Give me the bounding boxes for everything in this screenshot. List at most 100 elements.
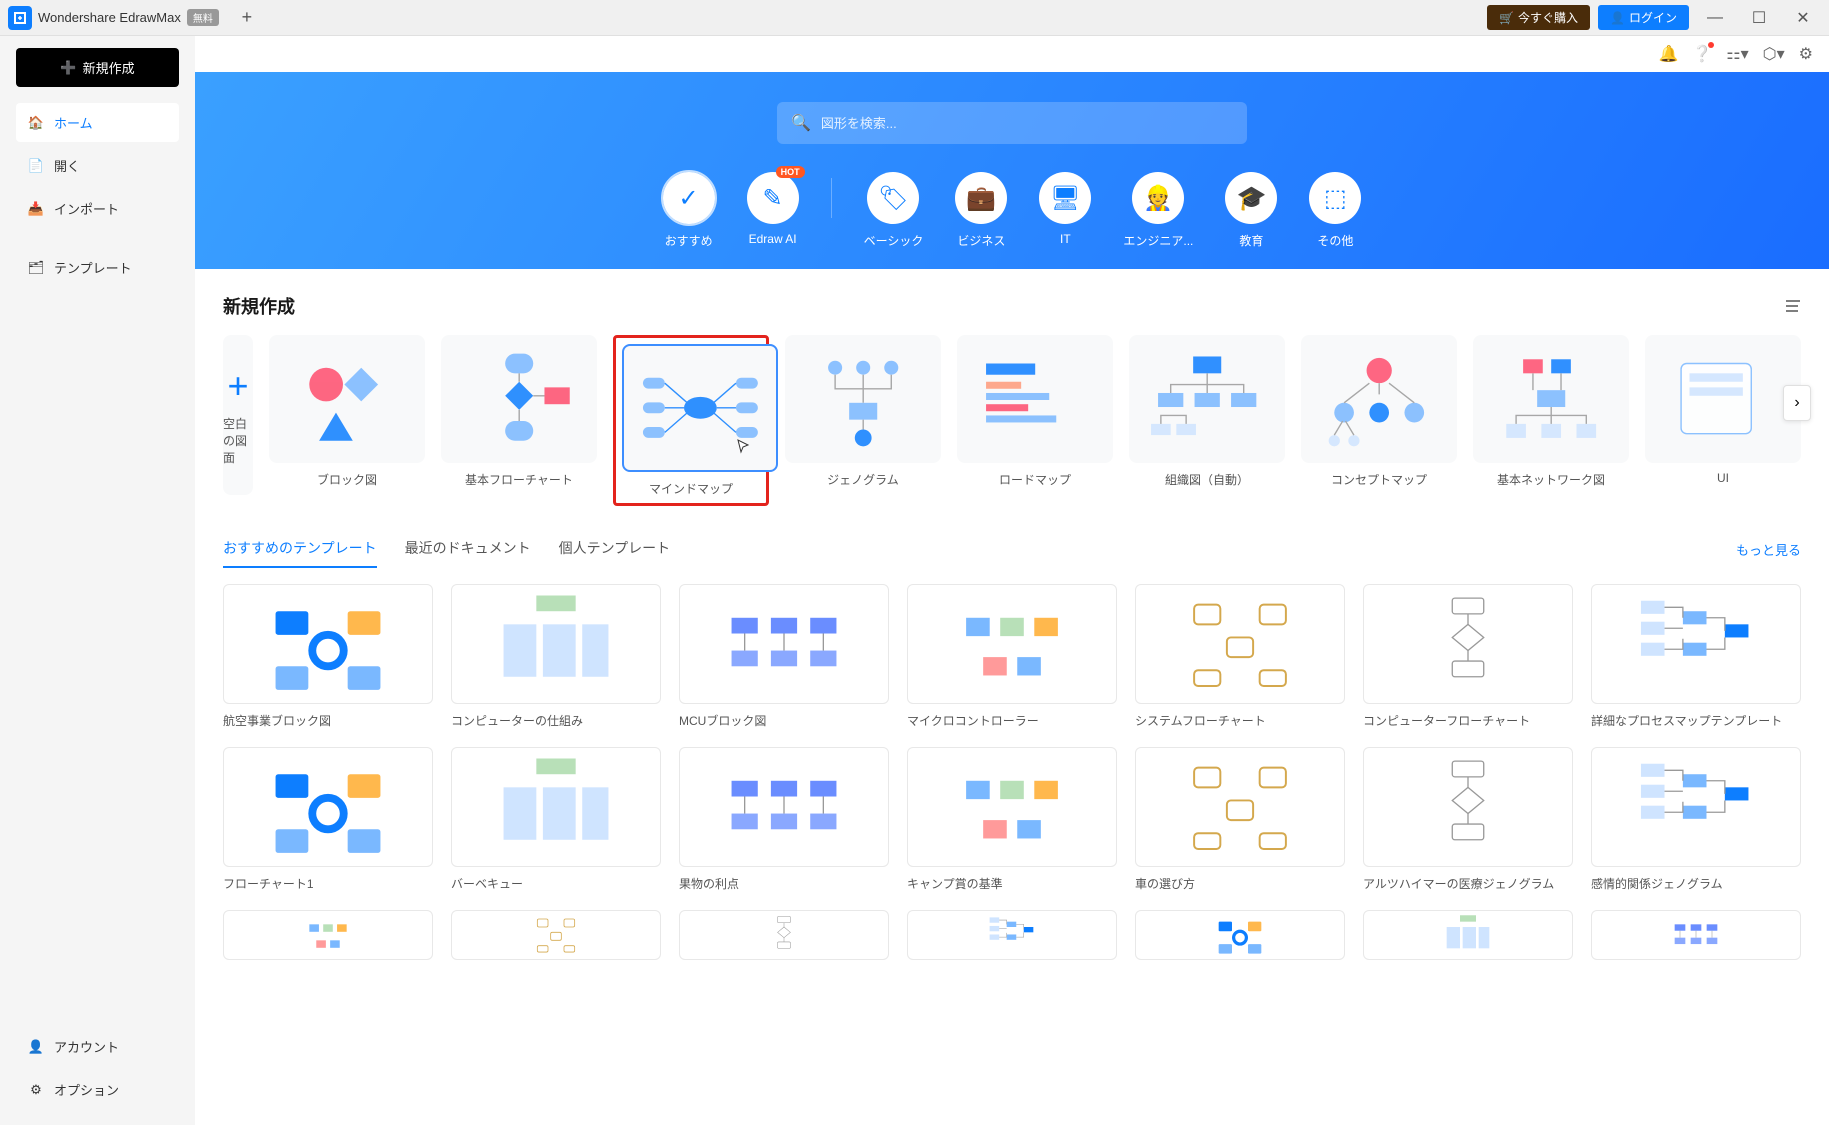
template-card-2[interactable]: マインドマップ [613,335,769,506]
sidebar-item-gear[interactable]: ⚙オプション [16,1070,179,1109]
close-button[interactable]: ✕ [1785,4,1821,32]
grid-template-preview [223,584,433,704]
sidebar-item-import[interactable]: 📥インポート [16,189,179,228]
template-card-5[interactable]: 組織図（自動） [1129,335,1285,506]
category-2[interactable]: 🏷ベーシック [864,172,924,249]
sidebar-item-template[interactable]: 🗂テンプレート [16,248,179,287]
template-preview [785,335,941,463]
template-preview [622,344,778,472]
template-card-1[interactable]: 基本フローチャート [441,335,597,506]
cart-icon: 🛒 [1499,11,1514,25]
template-card-3[interactable]: ジェノグラム [785,335,941,506]
sidebar: ➕ 新規作成 🏠ホーム 📄開く 📥インポート 🗂テンプレート 👤アカウント ⚙オプション [0,36,195,1125]
grid-template-preview [451,910,661,960]
sidebar-item-label: ホーム [54,113,93,132]
template-label: 基本フローチャート [441,471,597,488]
category-0[interactable]: ✓おすすめ [663,172,715,249]
help-icon[interactable]: ❔ [1692,44,1712,64]
title-bar: Wondershare EdrawMax 無料 + 🛒 今すぐ購入 👤 ログイン… [0,0,1829,36]
grid-template-partial-5[interactable] [1363,910,1573,968]
tab-0[interactable]: おすすめのテンプレート [223,530,377,568]
grid-template-8[interactable]: バーベキュー [451,747,661,892]
sidebar-item-home[interactable]: 🏠ホーム [16,103,179,142]
template-label: 基本ネットワーク図 [1473,471,1629,488]
grid-template-partial-4[interactable] [1135,910,1345,968]
sidebar-item-file[interactable]: 📄開く [16,146,179,185]
grid-template-partial-3[interactable] [907,910,1117,968]
grid-template-preview [451,747,661,867]
template-card-6[interactable]: コンセプトマップ [1301,335,1457,506]
grid-template-11[interactable]: 車の選び方 [1135,747,1345,892]
settings-icon[interactable]: ⚙ [1799,44,1813,64]
category-7[interactable]: ⬚その他 [1309,172,1361,249]
grid-template-0[interactable]: 航空事業ブロック図 [223,584,433,729]
plus-icon: + [227,365,248,407]
tab-2[interactable]: 個人テンプレート [559,530,671,568]
template-card-8[interactable]: UI [1645,335,1801,506]
grid-template-preview [907,747,1117,867]
list-view-icon[interactable] [1783,297,1801,315]
apps-icon[interactable]: ⚏▾ [1726,44,1748,64]
grid-template-label: システムフローチャート [1135,712,1345,729]
grid-template-3[interactable]: マイクロコントローラー [907,584,1117,729]
free-badge: 無料 [187,9,219,26]
grid-template-partial-1[interactable] [451,910,661,968]
grid-template-partial-6[interactable] [1591,910,1801,968]
category-5[interactable]: 👷エンジニア... [1123,172,1193,249]
new-create-button[interactable]: ➕ 新規作成 [16,48,179,87]
template-label: UI [1645,471,1801,485]
login-button[interactable]: 👤 ログイン [1598,5,1689,30]
user-icon: 👤 [1610,11,1625,25]
search-input[interactable] [821,116,1233,131]
template-grid: 航空事業ブロック図コンピューターの仕組みMCUブロック図マイクロコントローラー シ… [195,568,1829,984]
tab-1[interactable]: 最近のドキュメント [405,530,531,568]
grid-template-preview [1591,584,1801,704]
new-create-section: 新規作成 + 空白の図面 ブロック図基本フローチャートマインドマップジェノグラム… [195,269,1829,530]
grid-template-1[interactable]: コンピューターの仕組み [451,584,661,729]
see-more-link[interactable]: もっと見る [1736,540,1801,559]
buy-now-button[interactable]: 🛒 今すぐ購入 [1487,5,1590,30]
category-3[interactable]: 💼ビジネス [955,172,1007,249]
sidebar-item-user[interactable]: 👤アカウント [16,1027,179,1066]
template-preview [1645,335,1801,463]
template-card-7[interactable]: 基本ネットワーク図 [1473,335,1629,506]
minimize-button[interactable]: — [1697,4,1733,32]
grid-template-13[interactable]: 感情的関係ジェノグラム [1591,747,1801,892]
grid-template-9[interactable]: 果物の利点 [679,747,889,892]
maximize-button[interactable]: ☐ [1741,4,1777,32]
grid-template-5[interactable]: コンピューターフローチャート [1363,584,1573,729]
grid-template-4[interactable]: システムフローチャート [1135,584,1345,729]
search-box[interactable]: 🔍 [777,102,1247,144]
category-6[interactable]: 🎓教育 [1225,172,1277,249]
grid-template-7[interactable]: フローチャート1 [223,747,433,892]
grid-template-label: コンピューターフローチャート [1363,712,1573,729]
grid-template-partial-2[interactable] [679,910,889,968]
user-icon: 👤 [28,1039,44,1055]
grid-template-preview [679,747,889,867]
grid-template-preview [1591,747,1801,867]
template-card-0[interactable]: ブロック図 [269,335,425,506]
grid-template-12[interactable]: アルツハイマーの医療ジェノグラム [1363,747,1573,892]
grid-template-2[interactable]: MCUブロック図 [679,584,889,729]
category-label: 教育 [1239,232,1263,249]
scroll-next-button[interactable]: › [1783,385,1811,421]
category-4[interactable]: 🖥IT [1039,172,1091,246]
grid-template-preview [223,747,433,867]
app-name: Wondershare EdrawMax [38,10,181,25]
grid-template-6[interactable]: 詳細なプロセスマップテンプレート [1591,584,1801,729]
grid-template-label: マイクロコントローラー [907,712,1117,729]
grid-template-10[interactable]: キャンプ賞の基準 [907,747,1117,892]
category-label: IT [1060,232,1071,246]
new-tab-button[interactable]: + [235,6,259,30]
template-card-4[interactable]: ロードマップ [957,335,1113,506]
grid-template-label: 果物の利点 [679,875,889,892]
grid-template-partial-0[interactable] [223,910,433,968]
template-preview [1473,335,1629,463]
bell-icon[interactable]: 🔔 [1658,44,1678,64]
sidebar-item-label: テンプレート [54,258,132,277]
blank-diagram-card[interactable]: + 空白の図面 [223,335,253,495]
blank-label: 空白の図面 [223,415,253,466]
extension-icon[interactable]: ⬡▾ [1763,44,1785,64]
grid-template-label: アルツハイマーの医療ジェノグラム [1363,875,1573,892]
category-1[interactable]: ✎Edraw AIHOT [747,172,799,246]
